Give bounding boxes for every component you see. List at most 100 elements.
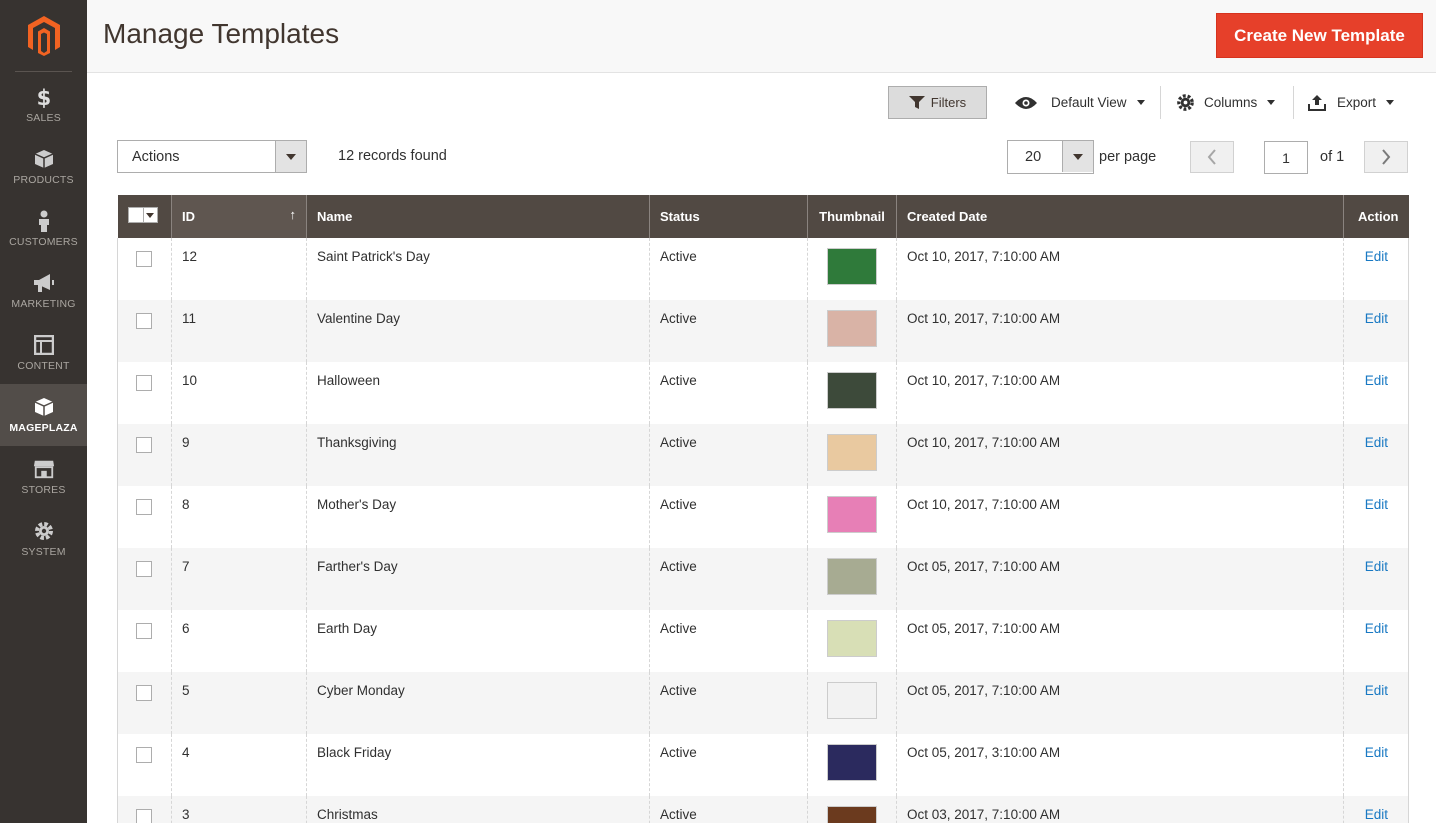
row-status: Active [649, 672, 808, 734]
columns-selector[interactable]: Columns [1176, 86, 1276, 119]
mass-actions-select[interactable]: Actions [117, 140, 307, 173]
chevron-down-icon[interactable] [143, 207, 158, 223]
template-thumbnail[interactable] [827, 620, 877, 657]
row-thumbnail-cell [807, 610, 897, 672]
row-checkbox-cell [117, 238, 172, 300]
row-checkbox[interactable] [136, 499, 152, 515]
page-title: Manage Templates [103, 18, 340, 49]
per-page-select[interactable]: 20 [1007, 140, 1094, 174]
column-header-status[interactable]: Status [649, 195, 808, 238]
edit-link[interactable]: Edit [1365, 311, 1388, 326]
sidebar-item-mageplaza[interactable]: MAGEPLAZA [0, 384, 87, 446]
view-label: Default View [1051, 95, 1127, 110]
person-icon [33, 210, 55, 232]
chevron-down-icon [1136, 100, 1145, 105]
row-checkbox-cell [117, 610, 172, 672]
row-thumbnail-cell [807, 238, 897, 300]
column-header-created-date[interactable]: Created Date [896, 195, 1344, 238]
column-header-action: Action [1343, 195, 1409, 238]
row-checkbox[interactable] [136, 747, 152, 763]
view-selector[interactable]: Default View [1014, 86, 1145, 119]
edit-link[interactable]: Edit [1365, 683, 1388, 698]
edit-link[interactable]: Edit [1365, 249, 1388, 264]
table-row: 3 Christmas Active Oct 03, 2017, 7:10:00 AM… [117, 796, 1409, 823]
grid-header-row: ID ↑ Name Status Thumbnail Created Date A… [117, 195, 1409, 238]
prev-page-button[interactable] [1190, 141, 1234, 173]
row-id: 12 [171, 238, 307, 300]
row-checkbox[interactable] [136, 561, 152, 577]
chevron-right-icon [1382, 149, 1391, 165]
row-action-cell: Edit [1343, 362, 1409, 424]
edit-link[interactable]: Edit [1365, 435, 1388, 450]
template-thumbnail[interactable] [827, 496, 877, 533]
export-selector[interactable]: Export [1308, 86, 1395, 119]
column-header-name[interactable]: Name [306, 195, 650, 238]
row-checkbox[interactable] [136, 685, 152, 701]
template-thumbnail[interactable] [827, 248, 877, 285]
template-thumbnail[interactable] [827, 310, 877, 347]
template-thumbnail[interactable] [827, 744, 877, 781]
row-checkbox-cell [117, 548, 172, 610]
mass-select-checkbox[interactable] [127, 207, 158, 223]
sidebar-item-customers[interactable]: CUSTOMERS [0, 198, 87, 260]
page-number-input[interactable]: 1 [1264, 141, 1308, 174]
per-page-label: per page [1099, 149, 1157, 165]
row-id: 3 [171, 796, 307, 823]
row-checkbox[interactable] [136, 375, 152, 391]
template-thumbnail[interactable] [827, 372, 877, 409]
table-row: 8 Mother's Day Active Oct 10, 2017, 7:10:00… [117, 486, 1409, 548]
column-header-id[interactable]: ID ↑ [171, 195, 307, 238]
row-status: Active [649, 424, 808, 486]
cube-icon [33, 396, 55, 418]
chevron-down-icon[interactable] [275, 141, 306, 172]
row-name: Halloween [306, 362, 650, 424]
sidebar-item-content[interactable]: CONTENT [0, 322, 87, 384]
template-thumbnail[interactable] [827, 558, 877, 595]
row-id: 5 [171, 672, 307, 734]
edit-link[interactable]: Edit [1365, 745, 1388, 760]
row-checkbox-cell [117, 796, 172, 823]
row-checkbox[interactable] [136, 437, 152, 453]
sidebar-item-label: CUSTOMERS [9, 236, 78, 248]
mass-select-header[interactable] [117, 195, 172, 238]
row-action-cell: Edit [1343, 486, 1409, 548]
row-checkbox[interactable] [136, 313, 152, 329]
edit-link[interactable]: Edit [1365, 497, 1388, 512]
next-page-button[interactable] [1364, 141, 1408, 173]
row-name: Mother's Day [306, 486, 650, 548]
row-checkbox[interactable] [136, 623, 152, 639]
row-checkbox[interactable] [136, 809, 152, 823]
sidebar-item-sales[interactable]: $ SALES [0, 74, 87, 136]
template-thumbnail[interactable] [827, 806, 877, 823]
columns-label: Columns [1204, 95, 1258, 110]
row-created-date: Oct 05, 2017, 3:10:00 AM [896, 734, 1344, 796]
sidebar-item-stores[interactable]: STORES [0, 446, 87, 508]
admin-sidebar: $ SALES PRODUCTS CUSTOMERS MARKETING CON… [0, 0, 87, 823]
row-action-cell: Edit [1343, 424, 1409, 486]
filters-button[interactable]: Filters [888, 86, 987, 119]
sidebar-item-products[interactable]: PRODUCTS [0, 136, 87, 198]
magento-logo[interactable] [15, 0, 72, 72]
edit-link[interactable]: Edit [1365, 807, 1388, 822]
row-name: Valentine Day [306, 300, 650, 362]
table-row: 9 Thanksgiving Active Oct 10, 2017, 7:10:00… [117, 424, 1409, 486]
create-new-template-button[interactable]: Create New Template [1216, 13, 1423, 58]
chevron-down-icon [1267, 100, 1276, 105]
edit-link[interactable]: Edit [1365, 559, 1388, 574]
template-thumbnail[interactable] [827, 682, 877, 719]
actions-label: Actions [132, 148, 180, 165]
sidebar-item-system[interactable]: SYSTEM [0, 508, 87, 570]
table-row: 4 Black Friday Active Oct 05, 2017, 3:10:00… [117, 734, 1409, 796]
row-created-date: Oct 03, 2017, 7:10:00 AM [896, 796, 1344, 823]
row-action-cell: Edit [1343, 548, 1409, 610]
row-id: 10 [171, 362, 307, 424]
row-checkbox[interactable] [136, 251, 152, 267]
table-row: 7 Farther's Day Active Oct 05, 2017, 7:10:0… [117, 548, 1409, 610]
sidebar-item-marketing[interactable]: MARKETING [0, 260, 87, 322]
row-status: Active [649, 734, 808, 796]
edit-link[interactable]: Edit [1365, 621, 1388, 636]
chevron-down-icon[interactable] [1062, 141, 1093, 172]
magento-logo-icon [27, 15, 60, 56]
edit-link[interactable]: Edit [1365, 373, 1388, 388]
template-thumbnail[interactable] [827, 434, 877, 471]
